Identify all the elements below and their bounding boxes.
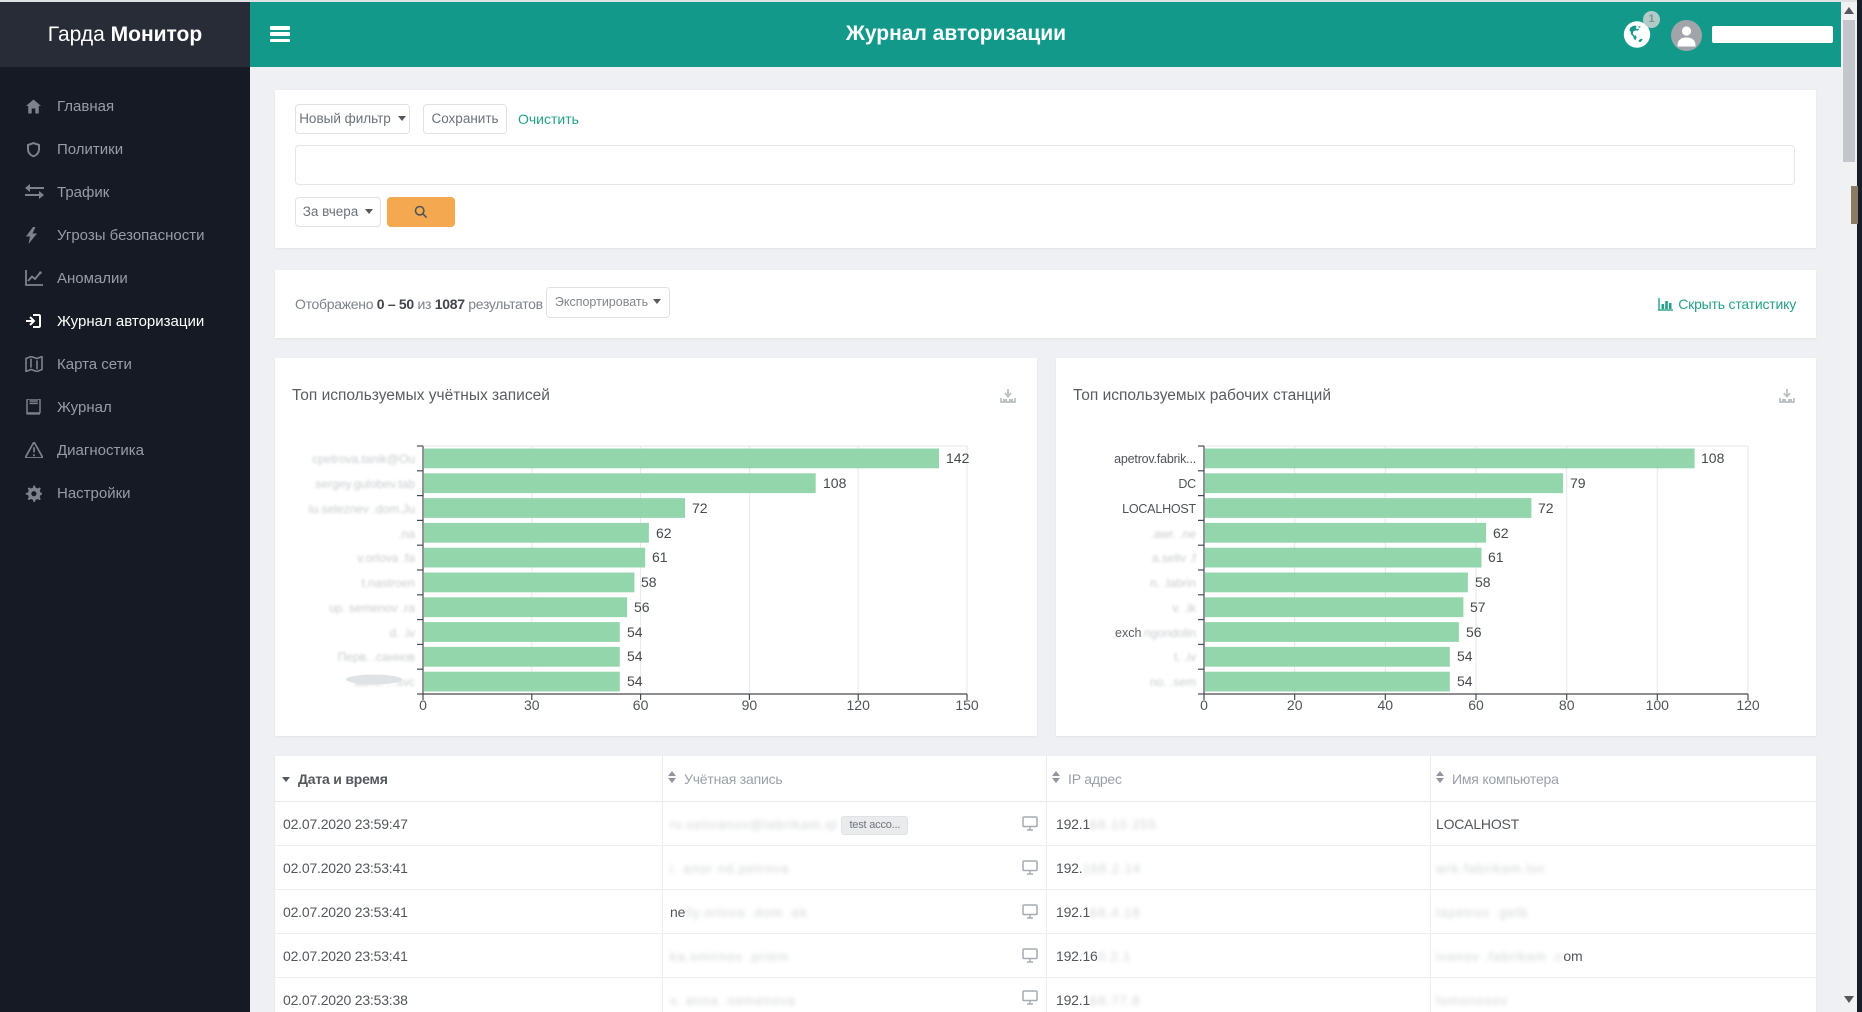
svg-text:62: 62 — [656, 525, 672, 541]
svg-text:sergey.gulobev.tab: sergey.gulobev.tab — [315, 477, 415, 491]
svg-text:a.seliv .f: a.seliv .f — [1152, 551, 1197, 565]
svg-text:ngondolin: ngondolin — [1144, 626, 1196, 640]
svg-text:79: 79 — [1570, 475, 1586, 491]
svg-text:.na: .na — [398, 527, 415, 541]
svg-text:62: 62 — [1493, 525, 1509, 541]
svg-text:0: 0 — [1200, 697, 1208, 713]
svg-text:v. .ik: v. .ik — [1172, 601, 1197, 615]
svg-text:54: 54 — [627, 648, 643, 664]
svg-text:exch: exch — [1115, 626, 1141, 640]
svg-text:40: 40 — [1378, 697, 1394, 713]
svg-text:.awr. .ne: .awr. .ne — [1151, 527, 1197, 541]
svg-text:Iu.seleznev .dom.Ju: Iu.seleznev .dom.Ju — [308, 502, 415, 516]
svg-text:d. .iv: d. .iv — [390, 626, 415, 640]
svg-text:61: 61 — [1488, 549, 1504, 565]
svg-text:up. semenov .ra: up. semenov .ra — [329, 601, 415, 615]
svg-text:apetrov.fabrik...: apetrov.fabrik... — [1114, 452, 1196, 466]
svg-text:56: 56 — [634, 599, 650, 615]
svg-text:cpetrova.tanik@Ou: cpetrova.tanik@Ou — [312, 452, 415, 466]
svg-text:150: 150 — [955, 697, 979, 713]
svg-text:58: 58 — [641, 574, 657, 590]
svg-text:72: 72 — [1538, 500, 1554, 516]
svg-text:0: 0 — [419, 697, 427, 713]
svg-text:100: 100 — [1646, 697, 1670, 713]
svg-text:108: 108 — [823, 475, 847, 491]
svg-text:n. .labrin: n. .labrin — [1150, 576, 1196, 590]
svg-text:58: 58 — [1475, 574, 1491, 590]
svg-text:Перв. .саннов: Перв. .саннов — [338, 650, 415, 664]
svg-text:DC: DC — [1178, 477, 1196, 491]
svg-text:54: 54 — [1457, 648, 1473, 664]
svg-text:60: 60 — [1468, 697, 1484, 713]
svg-text:v.orlova .fa: v.orlova .fa — [357, 551, 415, 565]
svg-text:57: 57 — [1470, 599, 1486, 615]
svg-text:60: 60 — [633, 697, 649, 713]
svg-text:120: 120 — [1736, 697, 1760, 713]
svg-text:54: 54 — [627, 624, 643, 640]
svg-text:t.nastroen: t.nastroen — [362, 576, 415, 590]
svg-text:80: 80 — [1559, 697, 1575, 713]
svg-text:56: 56 — [1466, 624, 1482, 640]
svg-text:61: 61 — [652, 549, 668, 565]
svg-text:120: 120 — [847, 697, 871, 713]
svg-text:20: 20 — [1287, 697, 1303, 713]
svg-text:108: 108 — [1701, 450, 1725, 466]
svg-text:90: 90 — [742, 697, 758, 713]
svg-text:54: 54 — [1457, 673, 1473, 689]
svg-text:30: 30 — [524, 697, 540, 713]
svg-text:142: 142 — [946, 450, 970, 466]
svg-text:54: 54 — [627, 673, 643, 689]
svg-text:LOCALHOST: LOCALHOST — [1122, 502, 1196, 516]
svg-text:t. .iv: t. .iv — [1174, 650, 1196, 664]
svg-text:no. .sem: no. .sem — [1150, 675, 1196, 689]
svg-text:72: 72 — [692, 500, 708, 516]
